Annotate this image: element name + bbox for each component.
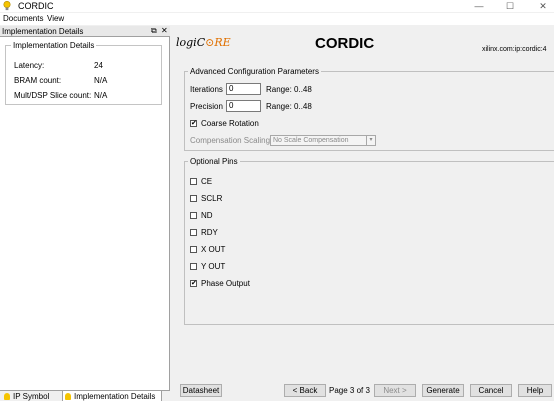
vendor-id: xilinx.com:ip:cordic:4 [482, 46, 547, 53]
rdy-label: RDY [201, 228, 218, 237]
implementation-details-pane: Implementation Details ⧉ ✕ Implementatio… [0, 26, 170, 401]
app-bulb-icon [3, 1, 11, 11]
maximize-button[interactable]: ☐ [496, 0, 524, 12]
sclr-checkbox[interactable] [190, 195, 197, 202]
coarse-rotation-checkbox[interactable]: ✔ [190, 120, 197, 127]
optional-pins-title: Optional Pins [188, 157, 240, 166]
tab-ip-symbol[interactable]: IP Symbol [2, 391, 54, 401]
cancel-button[interactable]: Cancel [470, 384, 512, 397]
bulb-icon [4, 393, 10, 400]
iterations-input[interactable]: 0 [226, 83, 261, 95]
page-indicator: Page 3 of 3 [329, 386, 370, 395]
compensation-scaling-label: Compensation Scaling [190, 136, 271, 145]
phase-output-label: Phase Output [201, 279, 250, 288]
back-button[interactable]: < Back [284, 384, 326, 397]
x-out-label: X OUT [201, 245, 226, 254]
window-title: CORDIC [18, 1, 54, 11]
tab-implementation-details-label: Implementation Details [74, 392, 156, 401]
close-button[interactable]: ✕ [529, 0, 554, 12]
precision-input[interactable]: 0 [226, 100, 261, 112]
configuration-panel: logiC⊙RE CORDIC xilinx.com:ip:cordic:4 A… [172, 26, 554, 401]
nd-label: ND [201, 211, 213, 220]
ce-checkbox[interactable] [190, 178, 197, 185]
logicore-logo: logiC⊙RE [176, 36, 231, 49]
logo-prefix: logiC [176, 36, 206, 49]
menu-documents[interactable]: Documents [3, 14, 43, 24]
advanced-config-title: Advanced Configuration Parameters [188, 67, 321, 76]
precision-range: Range: 0..48 [266, 102, 312, 111]
rdy-checkbox[interactable] [190, 229, 197, 236]
bram-count-label: BRAM count: [14, 76, 62, 85]
mult-dsp-value: N/A [94, 91, 108, 100]
compensation-scaling-select[interactable]: No Scale Compensation ▾ [270, 135, 376, 146]
iterations-label: Iterations [190, 85, 223, 94]
next-button[interactable]: Next > [374, 384, 416, 397]
help-button[interactable]: Help [518, 384, 552, 397]
implementation-details-group: Implementation Details Latency: 24 BRAM … [5, 41, 162, 105]
coarse-rotation-label: Coarse Rotation [201, 119, 259, 128]
mult-dsp-label: Mult/DSP Slice count: [14, 91, 92, 100]
optional-pins-group: Optional Pins CE SCLR ND RDY X OUT Y OUT… [184, 157, 554, 325]
ce-label: CE [201, 177, 213, 186]
logo-accent: ⊙RE [205, 36, 231, 49]
latency-label: Latency: [14, 61, 45, 70]
menu-bar: Documents View [0, 13, 554, 25]
group-title: Implementation Details [11, 41, 97, 50]
tab-implementation-details[interactable]: Implementation Details [62, 391, 162, 401]
generate-button[interactable]: Generate [422, 384, 464, 397]
bram-count-value: N/A [94, 76, 108, 85]
precision-label: Precision [190, 102, 223, 111]
minimize-button[interactable]: — [465, 0, 493, 12]
pane-header: Implementation Details ⧉ ✕ [0, 26, 170, 37]
pane-restore-icon[interactable]: ⧉ [151, 26, 157, 36]
bulb-icon [65, 393, 71, 400]
pane-header-title: Implementation Details [2, 27, 84, 36]
phase-output-checkbox[interactable]: ✔ [190, 280, 197, 287]
pane-close-icon[interactable]: ✕ [161, 26, 168, 36]
x-out-checkbox[interactable] [190, 246, 197, 253]
compensation-scaling-value: No Scale Compensation [273, 137, 349, 144]
core-title: CORDIC [315, 35, 375, 52]
y-out-label: Y OUT [201, 262, 226, 271]
advanced-config-group: Advanced Configuration Parameters Iterat… [184, 67, 554, 151]
chevron-down-icon: ▾ [366, 136, 375, 145]
window-titlebar: CORDIC — ☐ ✕ [0, 0, 554, 12]
tab-ip-symbol-label: IP Symbol [13, 392, 50, 401]
iterations-range: Range: 0..48 [266, 85, 312, 94]
nd-checkbox[interactable] [190, 212, 197, 219]
menu-view[interactable]: View [47, 14, 64, 24]
bottom-tab-strip: IP Symbol Implementation Details [0, 390, 170, 401]
datasheet-button[interactable]: Datasheet [180, 384, 222, 397]
sclr-label: SCLR [201, 194, 223, 203]
latency-value: 24 [94, 61, 103, 70]
y-out-checkbox[interactable] [190, 263, 197, 270]
